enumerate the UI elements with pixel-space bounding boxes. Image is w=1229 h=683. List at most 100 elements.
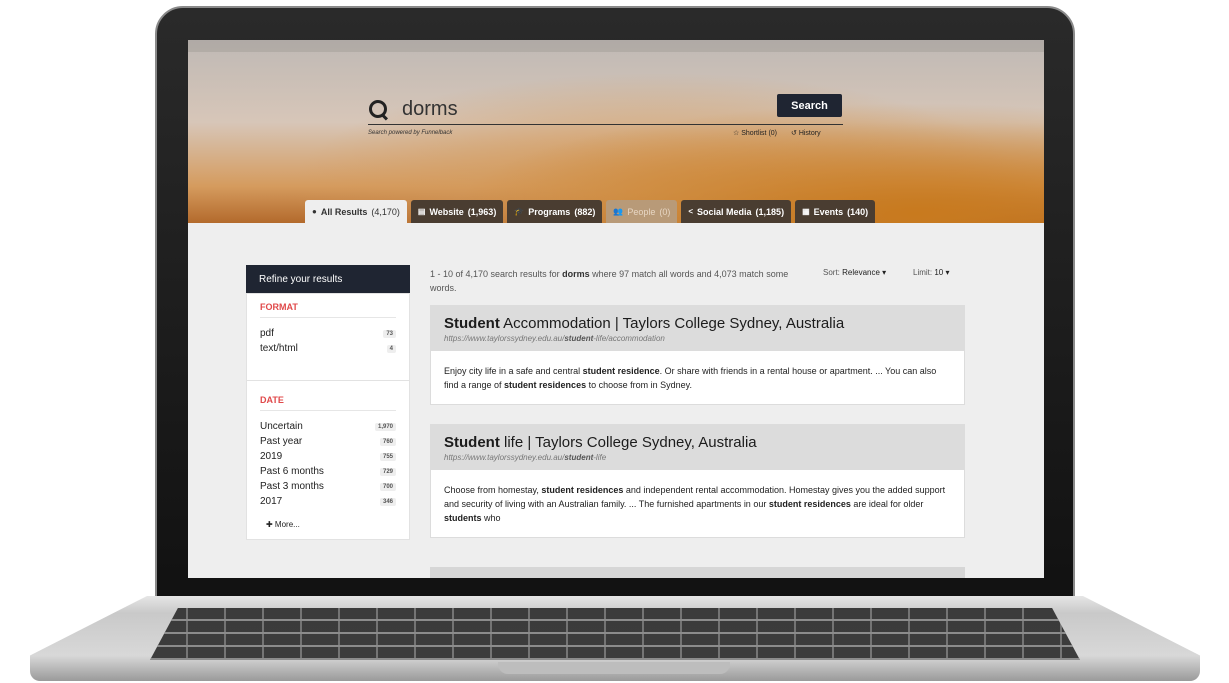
tab-count: (882) [574,206,596,217]
facet-item[interactable]: Past 3 months 700 [260,479,396,494]
date-facet: DATE Uncertain 1,970 Past year 760 2019 … [246,381,410,540]
tab-count: (1,963) [467,206,497,217]
result-header: Student life | Taylors College Sydney, A… [431,425,964,470]
hero-banner: Search Search powered by Funnelback ☆ Sh… [188,40,1044,223]
result-card: Student Accommodation | Taylors College … [430,305,965,405]
more-link[interactable]: ✚ More... [260,520,396,529]
snippet-text: are ideal for older [850,499,924,509]
url-text: -life/accommodation [593,334,665,343]
tab-website[interactable]: ▤ Website (1,963) [410,200,504,223]
trackpad [498,662,730,674]
tab-count: (1,185) [755,206,785,217]
sort-value: Relevance ▾ [842,268,887,277]
facet-count: 346 [379,497,396,506]
search-box [368,95,843,125]
facet-label: Past 3 months [260,481,324,492]
tab-events[interactable]: ▦ Events (140) [795,200,876,223]
facet-label: Past year [260,436,303,447]
tab-count: (140) [847,206,869,217]
facet-title: FORMAT [260,302,396,318]
facet-count: 4 [386,344,396,353]
facet-count: 760 [379,437,396,446]
tab-label: Social Media [697,206,752,217]
facet-label: pdf [260,328,274,339]
facet-label: Past 6 months [260,466,324,477]
url-text: https://www.taylorssydney.edu.au/ [444,453,565,462]
facet-label: text/html [260,343,298,354]
facet-count: 729 [379,467,396,476]
facet-item[interactable]: Past year 760 [260,434,396,449]
search-input[interactable] [402,98,762,121]
sort-dropdown[interactable]: Sort: Relevance ▾ [823,268,886,277]
title-highlight: Student [444,434,500,451]
title-text: Accommodation | Taylors College Sydney, … [499,315,845,332]
title-text: life | Taylors College Sydney, Australia [499,434,757,451]
result-header: Student Accommodation | Taylors College … [431,306,964,351]
results-summary: 1 - 10 of 4,170 search results for dorms… [430,267,815,295]
tab-programs[interactable]: 🎓 Programs (882) [507,200,603,223]
url-text: https://www.taylorssydney.edu.au/ [444,334,565,343]
powered-by-text: Search powered by Funnelback [368,130,453,136]
facet-count: 1,970 [374,422,396,431]
document-icon: ▤ [417,207,426,216]
tab-label: People [627,206,656,217]
search-icon [368,99,390,121]
result-card-partial [430,567,965,578]
tab-all-results[interactable]: ● All Results (4,170) [305,200,407,223]
result-url: https://www.taylorssydney.edu.au/student… [444,334,951,343]
sort-label: Sort: [823,268,840,277]
snippet-highlight: student residences [504,380,587,390]
history-link[interactable]: ↺ History [791,129,821,137]
screen: Search Search powered by Funnelback ☆ Sh… [188,40,1044,578]
calendar-icon: ▦ [802,207,810,216]
globe-icon: ● [312,207,317,216]
format-facet: FORMAT pdf 73 text/html 4 [246,293,410,381]
facet-item[interactable]: 2019 755 [260,449,396,464]
tab-social-media[interactable]: < Social Media (1,185) [681,200,792,223]
url-highlight: student [564,334,594,343]
people-icon: 👥 [613,207,624,216]
tab-label: Website [429,206,464,217]
tab-count: (0) [659,206,671,217]
facet-label: Uncertain [260,421,303,432]
snippet-highlight: student residences [541,485,624,495]
result-snippet: Choose from homestay, student residences… [431,470,964,537]
facet-item[interactable]: Uncertain 1,970 [260,419,396,434]
graduation-cap-icon: 🎓 [514,207,525,216]
limit-value: 10 ▾ [934,268,950,277]
hero-top-bar [188,40,1044,52]
result-tabs: ● All Results (4,170) ▤ Website (1,963) … [305,200,876,223]
url-highlight: student [564,453,594,462]
summary-query: dorms [562,269,590,279]
hero-links: ☆ Shortlist (0) ↺ History [733,129,821,137]
facet-label: 2017 [260,496,283,507]
refine-header: Refine your results [246,265,410,293]
facet-title: DATE [260,395,396,411]
shortlist-link[interactable]: ☆ Shortlist (0) [733,129,777,137]
facet-item[interactable]: Past 6 months 729 [260,464,396,479]
result-snippet: Enjoy city life in a safe and central st… [431,351,964,404]
tab-label: All Results [320,206,368,217]
facet-count: 700 [379,482,396,491]
facet-count: 73 [383,329,396,338]
search-button[interactable]: Search [777,94,842,117]
snippet-text: Enjoy city life in a safe and central [444,366,583,376]
keyboard-rows [150,608,1080,660]
facet-item[interactable]: 2017 346 [260,494,396,509]
share-icon: < [688,207,694,216]
result-title-link[interactable]: Student Accommodation | Taylors College … [444,315,951,332]
tab-label: Events [813,206,844,217]
limit-dropdown[interactable]: Limit: 10 ▾ [913,268,950,277]
result-card: Student life | Taylors College Sydney, A… [430,424,965,538]
tab-people[interactable]: 👥 People (0) [606,200,678,223]
snippet-text: to choose from in Sydney. [586,380,692,390]
facet-item[interactable]: text/html 4 [260,341,396,356]
facet-item[interactable]: pdf 73 [260,326,396,341]
result-title-link[interactable]: Student life | Taylors College Sydney, A… [444,434,951,451]
tab-count: (4,170) [371,206,400,217]
url-text: -life [593,453,607,462]
facet-count: 755 [379,452,396,461]
limit-label: Limit: [913,268,933,277]
summary-text: 1 - 10 of 4,170 search results for [430,269,563,279]
snippet-highlight: student residences [768,499,851,509]
